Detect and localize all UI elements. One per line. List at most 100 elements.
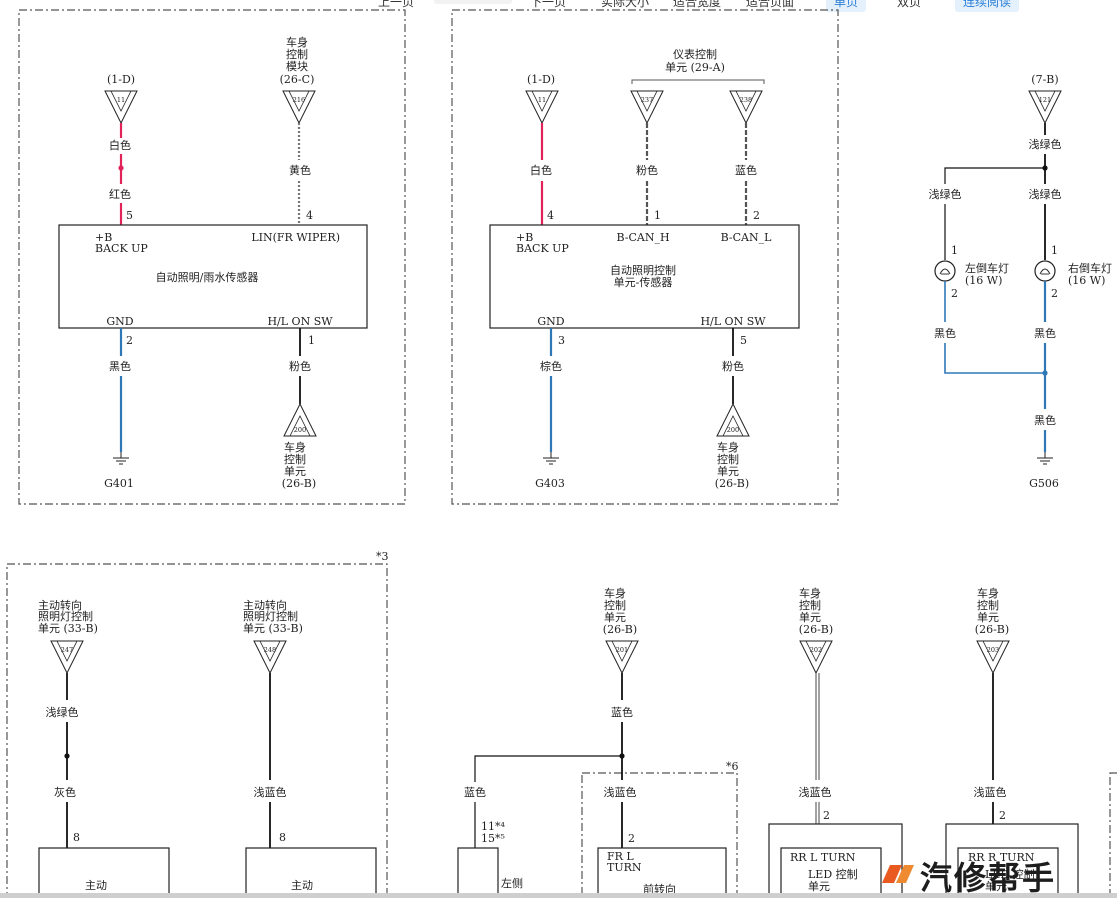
p2-src-b-title-2: 单元 (29-A) xyxy=(665,61,725,74)
p3-lamp-r-1: 右倒车灯 xyxy=(1068,261,1112,275)
p2-dst-title-2: 控制 xyxy=(717,452,739,466)
p2-label-bcanh: B-CAN_H xyxy=(616,231,669,244)
p5-src-2-ref: (26-B) xyxy=(799,623,833,636)
p5-src-3-ref: (26-B) xyxy=(975,623,1009,636)
p1-pin-5: 5 xyxy=(126,209,133,222)
p1-dst-term: 200 xyxy=(294,426,306,434)
p4-src-a-3: 单元 (33-B) xyxy=(38,622,98,635)
p3-pin-l1: 1 xyxy=(951,244,958,257)
p5-led-1: LED 控制 xyxy=(808,867,858,881)
p3-ground-label: G506 xyxy=(1029,477,1059,490)
p5-src-2-2: 控制 xyxy=(799,598,821,612)
p5-src-1-1: 车身 xyxy=(604,586,626,600)
p4-wire-gray-label: 灰色 xyxy=(54,785,76,799)
p3-wire-lightgreen-r-label: 浅绿色 xyxy=(1029,187,1062,201)
p2-ground-icon xyxy=(542,451,560,465)
p1-ground-icon xyxy=(112,451,130,465)
p2-label-bcanl: B-CAN_L xyxy=(721,231,772,244)
p5-src-1-ref: (26-B) xyxy=(603,623,637,636)
p2-src-a-ref: (1-D) xyxy=(527,73,555,86)
p1-label-hl: H/L ON SW xyxy=(267,315,333,328)
p2-dst-title-1: 车身 xyxy=(717,440,739,454)
p5-wire-lightblue-b-label: 浅蓝色 xyxy=(799,785,832,799)
p2-pin-4: 4 xyxy=(547,209,554,222)
p1-wire-black-label: 黑色 xyxy=(109,359,131,373)
p3-splice-ground xyxy=(1042,370,1048,376)
p5-left-side-box xyxy=(457,847,499,898)
p5-wire-lightblue-c-label: 浅蓝色 xyxy=(974,785,1007,799)
p5-left-side-1: 左侧 xyxy=(501,877,523,890)
p1-wire-white-label: 白色 xyxy=(109,138,131,152)
p2-label-gnd: GND xyxy=(537,315,564,328)
p2-pin-2: 2 xyxy=(753,209,760,222)
p4-src-b-3: 单元 (33-B) xyxy=(243,622,303,635)
p4-box-b-label: 主动 xyxy=(291,879,313,892)
p2-dst-ref: (26-B) xyxy=(715,477,749,490)
p5-wire-lightblue-a-label: 浅蓝色 xyxy=(604,785,637,799)
p2-unit-name-2: 单元-传感器 xyxy=(614,276,673,289)
p3-pin-l2: 2 xyxy=(951,287,958,300)
p1-unit-name: 自动照明/雨水传感器 xyxy=(156,271,259,284)
p4-src-b-2: 照明灯控制 xyxy=(243,609,298,623)
p1-src-a-ref: (1-D) xyxy=(107,73,135,86)
p2-src-a-term: 11 xyxy=(538,96,546,104)
p3-pin-r1: 1 xyxy=(1051,244,1058,257)
p1-src-b-title-1: 车身 xyxy=(286,35,308,49)
p3-src-ref: (7-B) xyxy=(1031,73,1058,86)
p3-wire-black-r-label: 黑色 xyxy=(1034,326,1056,340)
p2-wire-pink-label: 粉色 xyxy=(722,359,744,373)
p1-src-b-title-2: 控制 xyxy=(286,47,308,61)
p1-splice xyxy=(118,165,124,171)
p4-wire-lightgreen-label: 浅绿色 xyxy=(46,705,79,719)
p5-pin-2b: 2 xyxy=(823,809,830,822)
p5-src-3-2: 控制 xyxy=(977,598,999,612)
p4-src-a-term: 247 xyxy=(61,646,73,654)
p2-dst-term: 200 xyxy=(727,426,739,434)
p5-frl-2: TURN xyxy=(607,861,642,874)
p5-src-1-term: 201 xyxy=(616,646,628,654)
horizontal-scrollbar[interactable] xyxy=(0,893,1117,898)
p3-left-lamp-icon xyxy=(934,260,956,282)
p1-wire-yellow-label: 黄色 xyxy=(289,163,311,177)
p5-wire-branch xyxy=(474,755,622,782)
p4-src-b-term: 248 xyxy=(264,646,276,654)
p5-src-2-1: 车身 xyxy=(799,586,821,600)
p5-wire-blue-label: 蓝色 xyxy=(611,705,633,719)
p2-ground-label: G403 xyxy=(535,477,565,490)
p1-src-b-ref: (26-C) xyxy=(280,73,315,86)
p3-src-term: 121 xyxy=(1039,96,1051,104)
p1-src-a-term: 11 xyxy=(117,96,125,104)
p1-wire-pink-label: 粉色 xyxy=(289,359,311,373)
p5-note-6: *6 xyxy=(726,760,739,773)
p3-lamp-r-2: (16 W) xyxy=(1068,274,1105,287)
p3-wire-lightgreen-label: 浅绿色 xyxy=(1029,137,1062,151)
p3-lamp-l-2: (16 W) xyxy=(965,274,1002,287)
p2-unit-name-1: 自动照明控制 xyxy=(610,263,676,277)
p3-wire-lightgreen-l-label: 浅绿色 xyxy=(929,187,962,201)
p1-src-b-title-3: 模块 xyxy=(286,60,308,73)
p1-label-lin: LIN(FR WIPER) xyxy=(251,231,340,244)
p5-src-1-2: 控制 xyxy=(604,598,626,612)
p4-pin-a: 8 xyxy=(73,831,80,844)
wiring-diagram: (1-D) 11 车身 控制 模块 (26-C) 216 白色 红色 5 黄色 … xyxy=(6,9,1117,898)
p5-pin-15: 15*⁵ xyxy=(481,832,505,845)
p1-wire-red-label: 红色 xyxy=(109,187,131,201)
p2-term-238: 238 xyxy=(740,96,752,104)
p5-pin-2c: 2 xyxy=(999,809,1006,822)
p5-src-3-1: 车身 xyxy=(977,586,999,600)
p2-wire-pink-top-label: 粉色 xyxy=(636,163,658,177)
site-watermark: 汽修帮手 xyxy=(880,853,1115,897)
p1-label-gnd: GND xyxy=(106,315,133,328)
p5-wire-blue-branch-label: 蓝色 xyxy=(464,785,486,799)
p4-src-a-2: 照明灯控制 xyxy=(38,609,93,623)
p2-pin-1: 1 xyxy=(654,209,661,222)
p3-wire-black-bottom-label: 黑色 xyxy=(1034,413,1056,427)
p5-led-2: 单元 xyxy=(808,880,830,893)
p2-pin-3: 3 xyxy=(558,334,565,347)
p3-wire-ground-join xyxy=(944,343,1045,374)
p2-term-237: 237 xyxy=(641,96,653,104)
p4-box-a-label: 主动 xyxy=(85,879,107,892)
p4-pin-b: 8 xyxy=(279,831,286,844)
p2-src-b-title-1: 仪表控制 xyxy=(673,47,717,61)
p2-wire-blue-top-label: 蓝色 xyxy=(735,163,757,177)
